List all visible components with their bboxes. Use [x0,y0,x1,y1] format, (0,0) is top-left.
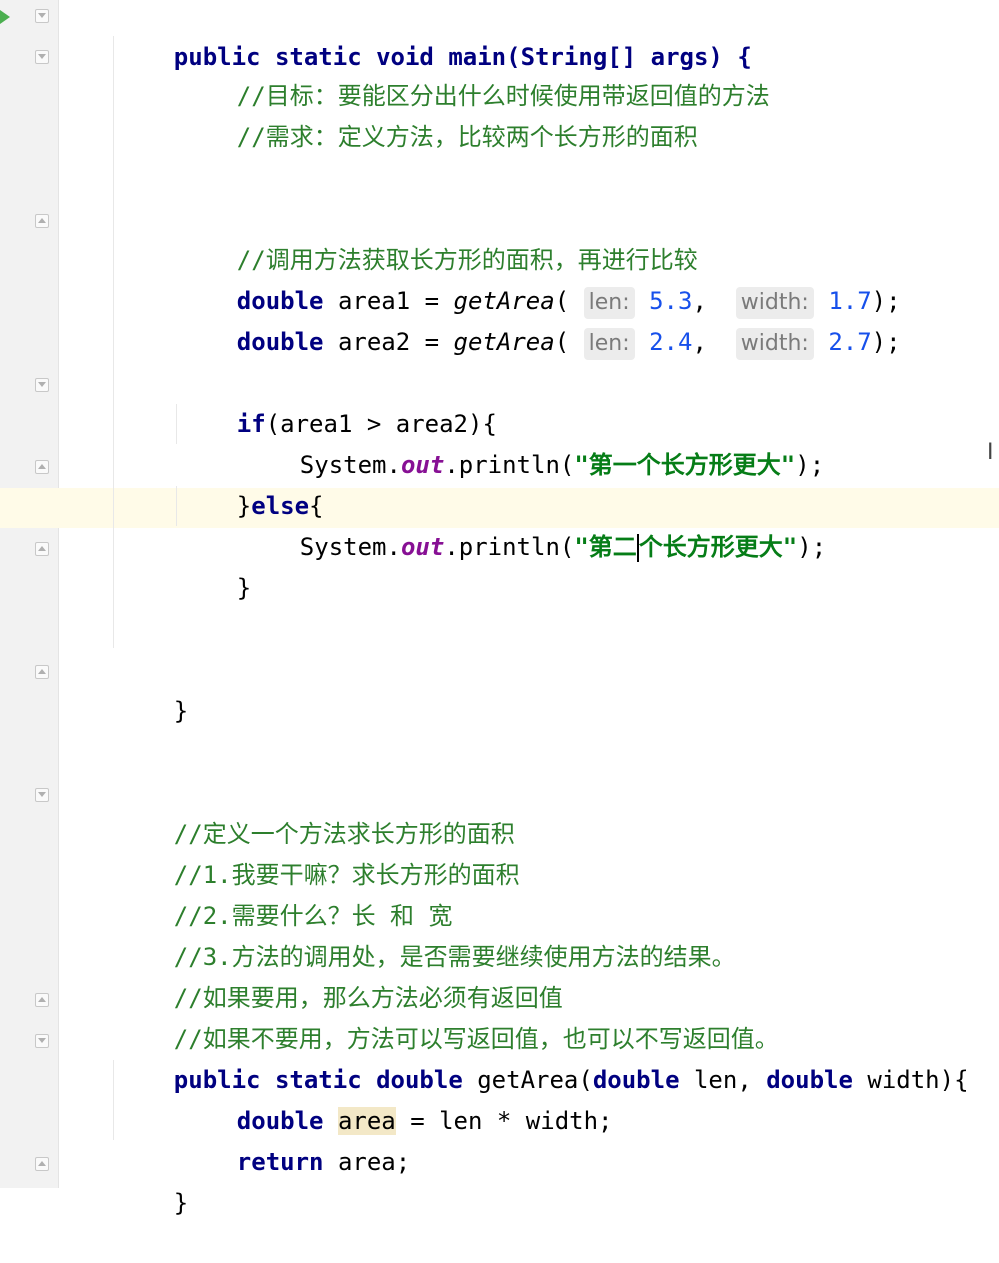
fold-toggle-icon[interactable] [35,665,49,679]
method-comment-line[interactable]: //如果不要用，方法可以写返回值，也可以不写返回值。 [116,979,779,1053]
param-hint-width: width: [735,328,814,360]
string-literal: "第一个长方形更大" [574,451,796,479]
if-line[interactable]: if(area1 > area2){ [179,364,497,438]
fold-toggle-icon[interactable] [35,378,49,392]
method-comment-line[interactable]: //2.需要什么？长 和 宽 [116,856,453,930]
println-call: .println( [444,533,575,561]
indent-guide [176,486,177,526]
print2-line[interactable]: System.out.println("第二个长方形更大"); [242,487,826,562]
fold-toggle-icon[interactable] [35,50,49,64]
area2-declaration: area2 = [323,328,454,356]
method-comment-line[interactable]: //如果要用，那么方法必须有返回值 [116,938,563,1012]
arg-value: 2.7 [828,328,872,356]
return-expression: area; [323,1148,411,1176]
close-main-line[interactable]: } [116,651,188,725]
else-line[interactable]: }else{ [179,446,324,520]
area-declaration-line[interactable]: double area = len * width; [179,1061,613,1135]
fold-toggle-icon[interactable] [35,542,49,556]
comment-call-line[interactable]: //调用方法获取长方形的面积，再进行比较 [179,200,698,274]
type-keyword: double [766,1066,853,1094]
arg-value: 2.4 [649,328,693,356]
return-line[interactable]: return area; [179,1102,410,1176]
fold-toggle-icon[interactable] [35,1157,49,1171]
fold-toggle-icon[interactable] [35,993,49,1007]
type-keyword: double [236,328,324,356]
out-field: out [400,451,445,479]
brace: } [173,697,189,725]
comment-need: //需求：定义方法，比较两个长方形的面积 [236,123,698,151]
indent-guide [113,36,114,648]
brace: } [173,1189,189,1217]
method-comment-line[interactable]: //3.方法的调用处，是否需要继续使用方法的结果。 [116,897,736,971]
close-getarea-line[interactable]: } [116,1143,188,1217]
string-literal: "第二 [574,533,637,561]
param-name: width){ [852,1066,969,1094]
getarea-signature-line[interactable]: public static double getArea(double len,… [116,1020,969,1094]
method-comment-line[interactable]: //定义一个方法求长方形的面积 [116,774,515,848]
area-expression: = len * width; [395,1107,613,1135]
fold-toggle-icon[interactable] [35,214,49,228]
i-beam-cursor-icon: I [987,440,994,465]
comment-need-line[interactable]: //需求：定义方法，比较两个长方形的面积 [179,77,698,151]
fold-toggle-icon[interactable] [35,9,49,23]
brace: } [236,574,252,602]
return-keyword: return [236,1148,324,1176]
fold-toggle-icon[interactable] [35,788,49,802]
fold-toggle-icon[interactable] [35,1034,49,1048]
param-name: len, [679,1066,767,1094]
area1-line[interactable]: double area1 = getArea( len: 5.3, width:… [179,241,901,319]
println-call: .println( [444,451,575,479]
comment-goal-line[interactable]: //目标：要能区分出什么时候使用带返回值的方法 [179,36,770,110]
method-comment-line[interactable]: //1.我要干嘛？求长方形的面积 [116,815,520,889]
param-hint-len: len: [583,328,635,360]
indent-guide [113,1060,114,1140]
print1-line[interactable]: System.out.println("第一个长方形更大"); [242,405,824,479]
run-arrow-icon[interactable] [0,10,10,24]
indent-guide [176,404,177,444]
close-if-line[interactable]: } [179,528,251,602]
statement-end: ); [795,451,825,479]
out-field: out [400,533,445,561]
statement-end: ); [797,533,827,561]
fold-toggle-icon[interactable] [35,460,49,474]
method-call-getarea: getArea [453,328,555,356]
string-literal: 个长方形更大" [638,533,798,561]
main-signature-line[interactable]: public static void main(String[] args) { [116,0,752,71]
system-class: System. [299,533,401,561]
editor-gutter [0,0,59,1188]
area2-line[interactable]: double area2 = getArea( len: 2.4, width:… [179,282,901,360]
